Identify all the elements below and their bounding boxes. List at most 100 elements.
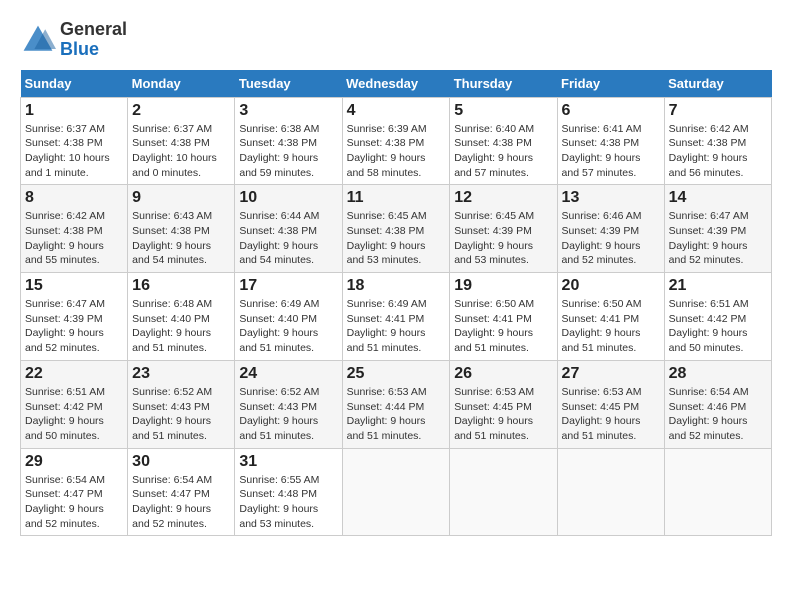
day-number: 7 bbox=[669, 102, 767, 120]
day-number: 28 bbox=[669, 365, 767, 383]
day-info: Sunrise: 6:45 AM Sunset: 4:39 PM Dayligh… bbox=[454, 209, 552, 268]
sunrise-label: Sunrise: 6:53 AM bbox=[562, 386, 642, 398]
sunset-label: Sunset: 4:39 PM bbox=[562, 225, 640, 237]
sunset-label: Sunset: 4:38 PM bbox=[562, 137, 640, 149]
daylight-label: Daylight: 9 hours and 55 minutes. bbox=[25, 240, 104, 267]
daylight-label: Daylight: 9 hours and 50 minutes. bbox=[669, 327, 748, 354]
day-info: Sunrise: 6:45 AM Sunset: 4:38 PM Dayligh… bbox=[347, 209, 446, 268]
calendar-day-cell: 14 Sunrise: 6:47 AM Sunset: 4:39 PM Dayl… bbox=[664, 185, 771, 273]
sunset-label: Sunset: 4:47 PM bbox=[132, 488, 210, 500]
day-number: 22 bbox=[25, 365, 123, 383]
header-tuesday: Tuesday bbox=[235, 70, 342, 98]
calendar-day-cell: 13 Sunrise: 6:46 AM Sunset: 4:39 PM Dayl… bbox=[557, 185, 664, 273]
day-number: 4 bbox=[347, 102, 446, 120]
calendar-day-cell: 24 Sunrise: 6:52 AM Sunset: 4:43 PM Dayl… bbox=[235, 360, 342, 448]
sunset-label: Sunset: 4:41 PM bbox=[347, 313, 425, 325]
sunrise-label: Sunrise: 6:49 AM bbox=[347, 298, 427, 310]
sunset-label: Sunset: 4:43 PM bbox=[239, 401, 317, 413]
day-number: 9 bbox=[132, 189, 230, 207]
sunrise-label: Sunrise: 6:54 AM bbox=[25, 474, 105, 486]
day-number: 2 bbox=[132, 102, 230, 120]
calendar-day-cell: 7 Sunrise: 6:42 AM Sunset: 4:38 PM Dayli… bbox=[664, 97, 771, 185]
empty-cell bbox=[557, 448, 664, 536]
sunrise-label: Sunrise: 6:50 AM bbox=[562, 298, 642, 310]
sunrise-label: Sunrise: 6:54 AM bbox=[132, 474, 212, 486]
daylight-label: Daylight: 9 hours and 51 minutes. bbox=[562, 415, 641, 442]
calendar-day-cell: 19 Sunrise: 6:50 AM Sunset: 4:41 PM Dayl… bbox=[450, 273, 557, 361]
calendar-week-row: 22 Sunrise: 6:51 AM Sunset: 4:42 PM Dayl… bbox=[21, 360, 772, 448]
sunrise-label: Sunrise: 6:46 AM bbox=[562, 210, 642, 222]
calendar-day-cell: 15 Sunrise: 6:47 AM Sunset: 4:39 PM Dayl… bbox=[21, 273, 128, 361]
day-number: 5 bbox=[454, 102, 552, 120]
daylight-label: Daylight: 9 hours and 51 minutes. bbox=[454, 415, 533, 442]
day-info: Sunrise: 6:50 AM Sunset: 4:41 PM Dayligh… bbox=[454, 297, 552, 356]
calendar-day-cell: 3 Sunrise: 6:38 AM Sunset: 4:38 PM Dayli… bbox=[235, 97, 342, 185]
day-number: 23 bbox=[132, 365, 230, 383]
daylight-label: Daylight: 9 hours and 53 minutes. bbox=[347, 240, 426, 267]
day-number: 26 bbox=[454, 365, 552, 383]
calendar-table: Sunday Monday Tuesday Wednesday Thursday… bbox=[20, 70, 772, 537]
day-info: Sunrise: 6:40 AM Sunset: 4:38 PM Dayligh… bbox=[454, 122, 552, 181]
day-number: 14 bbox=[669, 189, 767, 207]
day-number: 12 bbox=[454, 189, 552, 207]
page-header: General Blue bbox=[20, 20, 772, 60]
sunrise-label: Sunrise: 6:50 AM bbox=[454, 298, 534, 310]
sunset-label: Sunset: 4:38 PM bbox=[347, 137, 425, 149]
sunset-label: Sunset: 4:43 PM bbox=[132, 401, 210, 413]
day-info: Sunrise: 6:48 AM Sunset: 4:40 PM Dayligh… bbox=[132, 297, 230, 356]
day-number: 8 bbox=[25, 189, 123, 207]
sunrise-label: Sunrise: 6:45 AM bbox=[347, 210, 427, 222]
sunset-label: Sunset: 4:42 PM bbox=[25, 401, 103, 413]
day-info: Sunrise: 6:52 AM Sunset: 4:43 PM Dayligh… bbox=[239, 385, 337, 444]
daylight-label: Daylight: 9 hours and 51 minutes. bbox=[562, 327, 641, 354]
daylight-label: Daylight: 9 hours and 51 minutes. bbox=[347, 327, 426, 354]
daylight-label: Daylight: 9 hours and 58 minutes. bbox=[347, 152, 426, 179]
sunset-label: Sunset: 4:39 PM bbox=[669, 225, 747, 237]
day-info: Sunrise: 6:47 AM Sunset: 4:39 PM Dayligh… bbox=[669, 209, 767, 268]
daylight-label: Daylight: 9 hours and 59 minutes. bbox=[239, 152, 318, 179]
sunrise-label: Sunrise: 6:38 AM bbox=[239, 123, 319, 135]
logo-text-blue: Blue bbox=[60, 40, 127, 60]
day-info: Sunrise: 6:47 AM Sunset: 4:39 PM Dayligh… bbox=[25, 297, 123, 356]
day-number: 27 bbox=[562, 365, 660, 383]
day-number: 6 bbox=[562, 102, 660, 120]
calendar-day-cell: 9 Sunrise: 6:43 AM Sunset: 4:38 PM Dayli… bbox=[128, 185, 235, 273]
sunrise-label: Sunrise: 6:48 AM bbox=[132, 298, 212, 310]
sunset-label: Sunset: 4:45 PM bbox=[454, 401, 532, 413]
daylight-label: Daylight: 9 hours and 51 minutes. bbox=[347, 415, 426, 442]
sunrise-label: Sunrise: 6:44 AM bbox=[239, 210, 319, 222]
calendar-day-cell: 22 Sunrise: 6:51 AM Sunset: 4:42 PM Dayl… bbox=[21, 360, 128, 448]
daylight-label: Daylight: 9 hours and 53 minutes. bbox=[454, 240, 533, 267]
day-number: 17 bbox=[239, 277, 337, 295]
calendar-day-cell: 31 Sunrise: 6:55 AM Sunset: 4:48 PM Dayl… bbox=[235, 448, 342, 536]
day-info: Sunrise: 6:55 AM Sunset: 4:48 PM Dayligh… bbox=[239, 473, 337, 532]
header-sunday: Sunday bbox=[21, 70, 128, 98]
day-number: 24 bbox=[239, 365, 337, 383]
sunset-label: Sunset: 4:38 PM bbox=[239, 225, 317, 237]
daylight-label: Daylight: 10 hours and 1 minute. bbox=[25, 152, 110, 179]
sunset-label: Sunset: 4:48 PM bbox=[239, 488, 317, 500]
sunrise-label: Sunrise: 6:52 AM bbox=[239, 386, 319, 398]
header-wednesday: Wednesday bbox=[342, 70, 450, 98]
sunrise-label: Sunrise: 6:52 AM bbox=[132, 386, 212, 398]
daylight-label: Daylight: 9 hours and 52 minutes. bbox=[25, 503, 104, 530]
calendar-day-cell: 30 Sunrise: 6:54 AM Sunset: 4:47 PM Dayl… bbox=[128, 448, 235, 536]
calendar-day-cell: 8 Sunrise: 6:42 AM Sunset: 4:38 PM Dayli… bbox=[21, 185, 128, 273]
sunrise-label: Sunrise: 6:40 AM bbox=[454, 123, 534, 135]
calendar-day-cell: 17 Sunrise: 6:49 AM Sunset: 4:40 PM Dayl… bbox=[235, 273, 342, 361]
day-info: Sunrise: 6:53 AM Sunset: 4:44 PM Dayligh… bbox=[347, 385, 446, 444]
calendar-week-row: 29 Sunrise: 6:54 AM Sunset: 4:47 PM Dayl… bbox=[21, 448, 772, 536]
calendar-day-cell: 23 Sunrise: 6:52 AM Sunset: 4:43 PM Dayl… bbox=[128, 360, 235, 448]
sunset-label: Sunset: 4:40 PM bbox=[239, 313, 317, 325]
daylight-label: Daylight: 9 hours and 52 minutes. bbox=[562, 240, 641, 267]
sunset-label: Sunset: 4:38 PM bbox=[25, 225, 103, 237]
day-number: 10 bbox=[239, 189, 337, 207]
daylight-label: Daylight: 9 hours and 56 minutes. bbox=[669, 152, 748, 179]
header-monday: Monday bbox=[128, 70, 235, 98]
day-info: Sunrise: 6:43 AM Sunset: 4:38 PM Dayligh… bbox=[132, 209, 230, 268]
sunrise-label: Sunrise: 6:47 AM bbox=[25, 298, 105, 310]
logo-text-general: General bbox=[60, 20, 127, 40]
header-friday: Friday bbox=[557, 70, 664, 98]
logo-icon bbox=[20, 22, 56, 58]
day-number: 16 bbox=[132, 277, 230, 295]
